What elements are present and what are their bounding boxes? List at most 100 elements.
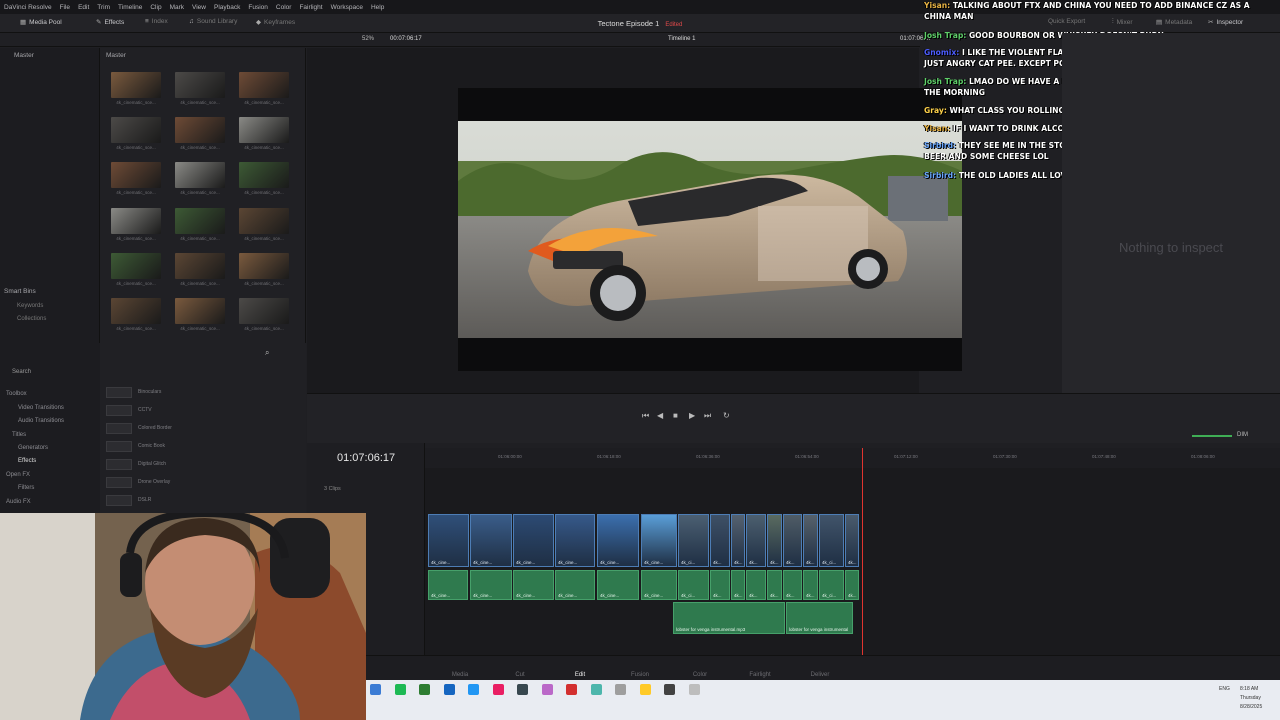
audio-clip[interactable]: 4k_ci... bbox=[819, 570, 844, 600]
effect-item[interactable]: Comic Book bbox=[106, 439, 296, 453]
media-pool-button[interactable]: ▦ Media Pool bbox=[20, 18, 62, 27]
index-button[interactable]: ≡ Index bbox=[145, 18, 168, 25]
keyframes-button[interactable]: ◆ Keyframes bbox=[256, 18, 295, 27]
page-tab-edit[interactable]: Edit bbox=[560, 672, 600, 678]
video-clip[interactable]: 4k... bbox=[731, 514, 745, 567]
effects-tree-item[interactable]: Effects bbox=[18, 458, 36, 464]
app-icon[interactable] bbox=[468, 684, 479, 695]
play-reverse-icon[interactable]: ◀ bbox=[657, 411, 663, 420]
effect-item[interactable]: Digital Glitch bbox=[106, 457, 296, 471]
app-icon[interactable] bbox=[615, 684, 626, 695]
media-thumbnail[interactable] bbox=[111, 298, 161, 324]
app-icon[interactable] bbox=[639, 684, 651, 695]
page-tab-cut[interactable]: Cut bbox=[500, 672, 540, 678]
effect-item[interactable]: Colored Border bbox=[106, 421, 296, 435]
audio-clip[interactable]: 4k_cine... bbox=[470, 570, 512, 600]
media-thumbnail[interactable] bbox=[175, 253, 225, 279]
effect-item[interactable]: DSLR bbox=[106, 493, 296, 507]
effects-button[interactable]: ✎ Effects bbox=[96, 18, 124, 27]
sound-library-button[interactable]: ♫ Sound Library bbox=[189, 18, 237, 25]
media-thumbnail[interactable] bbox=[111, 117, 161, 143]
loop-icon[interactable]: ↻ bbox=[723, 411, 730, 420]
audio-clip[interactable]: 4k... bbox=[731, 570, 745, 600]
video-clip[interactable]: 4k_ci... bbox=[819, 514, 844, 567]
media-thumbnail[interactable] bbox=[111, 72, 161, 98]
menu-help[interactable]: Help bbox=[371, 4, 384, 11]
audio-clip[interactable]: 4k_cine... bbox=[641, 570, 677, 600]
app-icon[interactable] bbox=[590, 684, 602, 695]
audio-clip[interactable]: 4k_cine... bbox=[513, 570, 554, 600]
skip-end-icon[interactable]: ⏭ bbox=[704, 411, 711, 421]
menu-workspace[interactable]: Workspace bbox=[331, 4, 363, 11]
menu-fairlight[interactable]: Fairlight bbox=[299, 4, 322, 11]
audio-clip[interactable]: 4k... bbox=[746, 570, 766, 600]
effects-search-label[interactable]: Search bbox=[12, 369, 31, 375]
media-thumbnail[interactable] bbox=[239, 162, 289, 188]
audio-clip[interactable]: 4k_ci... bbox=[678, 570, 709, 600]
menu-file[interactable]: File bbox=[60, 4, 70, 11]
media-thumbnail[interactable] bbox=[175, 298, 225, 324]
video-clip[interactable]: 4k_cine... bbox=[641, 514, 677, 567]
media-thumbnail[interactable] bbox=[239, 72, 289, 98]
audio-clip[interactable]: 4k_cine... bbox=[428, 570, 468, 600]
video-clip[interactable]: 4k... bbox=[845, 514, 859, 567]
page-tab-color[interactable]: Color bbox=[680, 672, 720, 678]
timeline-name[interactable]: Timeline 1 bbox=[668, 36, 695, 42]
timeline-ruler[interactable]: 01:06:00:00 01:06:18:00 01:06:36:00 01:06:5… bbox=[425, 448, 1280, 468]
audio-clip[interactable]: 4k... bbox=[710, 570, 730, 600]
menu-view[interactable]: View bbox=[192, 4, 206, 11]
media-thumbnail[interactable] bbox=[111, 208, 161, 234]
effects-tree-item[interactable]: Filters bbox=[18, 485, 34, 491]
collections-bin[interactable]: Collections bbox=[17, 316, 46, 322]
media-thumbnail[interactable] bbox=[111, 162, 161, 188]
effects-tree-item[interactable]: Audio Transitions bbox=[18, 418, 64, 424]
chrome-icon[interactable] bbox=[566, 684, 577, 695]
master-bin[interactable]: Master bbox=[14, 52, 34, 59]
media-thumbnail[interactable] bbox=[239, 208, 289, 234]
music-clip[interactable]: lobster for venga instrumental bbox=[786, 602, 853, 634]
playhead[interactable] bbox=[862, 448, 863, 655]
media-thumbnail[interactable] bbox=[239, 253, 289, 279]
media-thumbnail[interactable] bbox=[111, 253, 161, 279]
effect-item[interactable]: Binoculars bbox=[106, 385, 296, 399]
menu-playback[interactable]: Playback bbox=[214, 4, 240, 11]
video-clip[interactable]: 4k... bbox=[783, 514, 802, 567]
media-thumbnail[interactable] bbox=[175, 72, 225, 98]
stop-icon[interactable]: ■ bbox=[673, 411, 678, 420]
effects-tree-item[interactable]: Toolbox bbox=[6, 391, 27, 397]
volume-slider[interactable] bbox=[1192, 435, 1232, 437]
menu-clip[interactable]: Clip bbox=[150, 4, 161, 11]
audio-clip[interactable]: 4k... bbox=[783, 570, 802, 600]
video-clip[interactable]: 4k_cine... bbox=[428, 514, 469, 567]
video-clip[interactable]: 4k_cine... bbox=[513, 514, 554, 567]
davinci-icon[interactable] bbox=[370, 684, 381, 695]
menu-app[interactable]: DaVinci Resolve bbox=[4, 4, 52, 11]
menu-color[interactable]: Color bbox=[276, 4, 292, 11]
edge-icon[interactable] bbox=[443, 684, 455, 695]
app-icon[interactable] bbox=[688, 684, 700, 695]
video-clip[interactable]: 4k_cine... bbox=[597, 514, 639, 567]
effects-tree-item[interactable]: Open FX bbox=[6, 472, 30, 478]
audio-clip[interactable]: 4k... bbox=[767, 570, 782, 600]
search-icon[interactable]: ⌕ bbox=[265, 348, 269, 358]
page-tab-fairlight[interactable]: Fairlight bbox=[740, 672, 780, 678]
effect-item[interactable]: CCTV bbox=[106, 403, 296, 417]
page-tab-fusion[interactable]: Fusion bbox=[620, 672, 660, 678]
play-icon[interactable]: ▶ bbox=[689, 411, 695, 420]
video-clip[interactable]: 4k... bbox=[767, 514, 782, 567]
effects-tree-item[interactable]: Audio FX bbox=[6, 499, 31, 505]
media-thumbnail[interactable] bbox=[239, 117, 289, 143]
media-thumbnail[interactable] bbox=[175, 117, 225, 143]
video-clip[interactable]: 4k... bbox=[710, 514, 730, 567]
skip-start-icon[interactable]: ⏮ bbox=[642, 411, 649, 421]
media-thumbnail[interactable] bbox=[239, 298, 289, 324]
spotify-icon[interactable] bbox=[394, 684, 406, 695]
media-thumbnail[interactable] bbox=[175, 208, 225, 234]
page-tab-deliver[interactable]: Deliver bbox=[800, 672, 840, 678]
effect-item[interactable]: Drone Overlay bbox=[106, 475, 296, 489]
app-icon[interactable] bbox=[664, 684, 675, 695]
page-tab-media[interactable]: Media bbox=[440, 672, 480, 678]
app-icon[interactable] bbox=[517, 684, 528, 695]
dim-button[interactable]: DIM bbox=[1237, 432, 1248, 438]
obs-icon[interactable] bbox=[541, 684, 553, 695]
